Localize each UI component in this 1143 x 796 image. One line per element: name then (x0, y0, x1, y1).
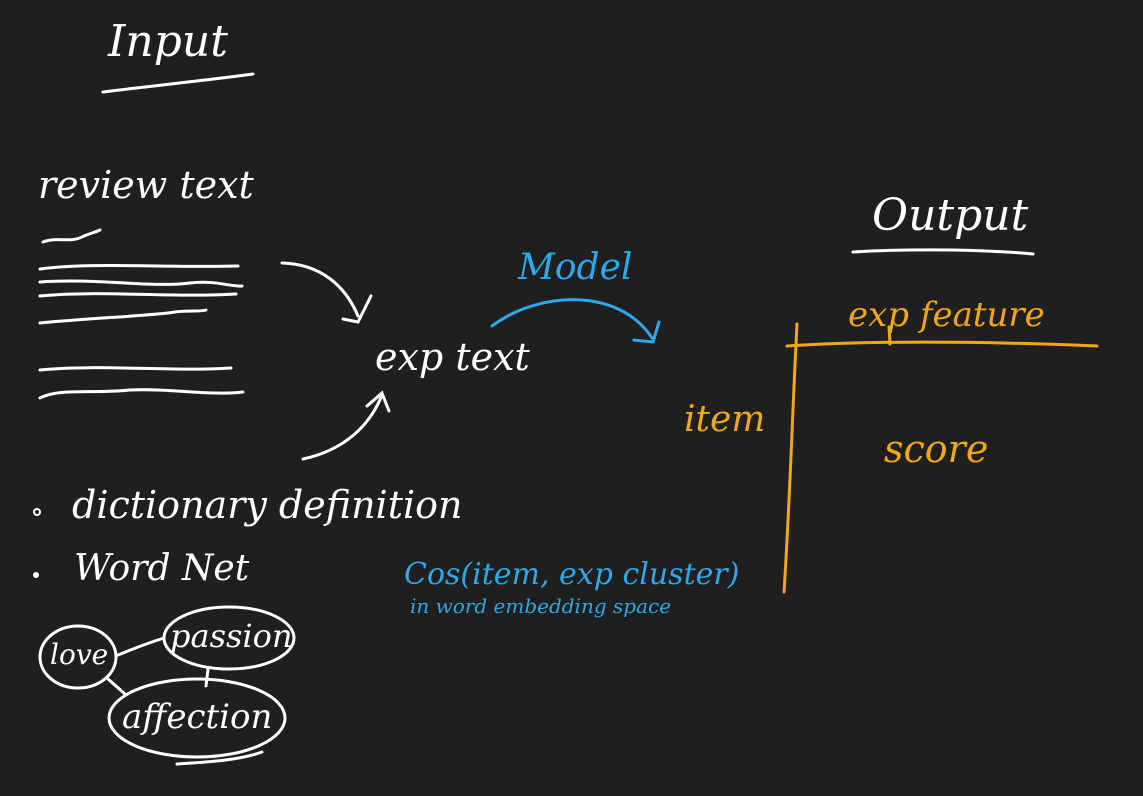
graph-node-affection: affection (122, 697, 273, 737)
table-row-header: item (684, 399, 766, 440)
graph-edge (204, 667, 210, 688)
graph-node-love: love (50, 638, 109, 671)
table-cell-score: score (884, 427, 989, 471)
graph-edge (116, 636, 166, 657)
cosine-formula: Cos(item, exp cluster) (404, 557, 740, 592)
table-column-header: exp feature (848, 295, 1045, 335)
output-heading: Output (872, 190, 1029, 241)
review-text-label: review text (38, 163, 254, 207)
bullet-dot (33, 572, 39, 578)
review-text-lines (38, 228, 245, 400)
input-heading-underline (101, 72, 255, 94)
bullet-word-net: Word Net (74, 548, 250, 589)
graph-edge (106, 677, 127, 696)
diagram-canvas (33, 72, 1099, 766)
bullet-dictionary-definition: dictionary definition (72, 483, 463, 527)
dictionary-to-exp-arrow (301, 390, 391, 461)
output-heading-underline (851, 248, 1035, 256)
review-to-exp-arrow (280, 261, 373, 324)
model-label: Model (518, 247, 633, 288)
exp-text-node: exp text (375, 335, 530, 379)
bullet-dot (33, 508, 41, 516)
embedding-space-note: in word embedding space (410, 594, 672, 618)
input-heading: Input (108, 16, 228, 67)
graph-node-passion: passion (170, 617, 293, 655)
